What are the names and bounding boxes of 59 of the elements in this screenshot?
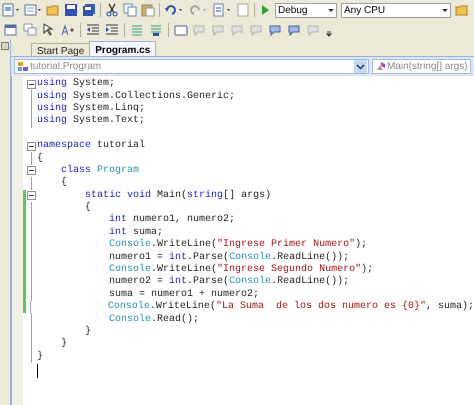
code-line: using System.Collections.Generic; bbox=[36, 90, 236, 102]
copy-icon[interactable] bbox=[123, 3, 137, 17]
window-icon[interactable] bbox=[4, 23, 18, 37]
code-line: numero1 = int.Parse(Console.ReadLine()); bbox=[108, 252, 350, 264]
code-line: using System; bbox=[36, 78, 116, 90]
class-icon bbox=[17, 61, 29, 72]
paste-icon[interactable] bbox=[141, 3, 155, 17]
save-icon[interactable] bbox=[64, 3, 78, 17]
code-line: int suma; bbox=[108, 226, 164, 238]
type-name: tutorial.Program bbox=[30, 60, 102, 74]
file-tab[interactable]: Start Page bbox=[31, 43, 90, 56]
code-line: { bbox=[60, 177, 68, 190]
code-line: Console.WriteLine("Ingrese Segundo Numero"); bbox=[108, 264, 374, 276]
add-item-icon[interactable] bbox=[24, 3, 42, 17]
platform-dropdown[interactable]: Any CPU bbox=[341, 2, 451, 18]
code-line: } bbox=[60, 338, 68, 350]
method-icon bbox=[375, 61, 387, 72]
start-debugging-icon[interactable] bbox=[259, 3, 271, 17]
collapse-icon[interactable] bbox=[26, 191, 36, 200]
toolbox-icon bbox=[1, 42, 9, 50]
member-dropdown[interactable]: Main(string[] args) bbox=[372, 59, 471, 74]
windows-icon[interactable] bbox=[23, 23, 37, 37]
platform-dropdown-value: Any CPU bbox=[343, 4, 386, 18]
code-line: class Program bbox=[60, 164, 140, 176]
increase-indent-icon[interactable] bbox=[105, 23, 119, 37]
code-line: using System.Text; bbox=[36, 115, 146, 128]
code-line: } bbox=[84, 326, 92, 338]
configuration-dropdown[interactable]: Debug bbox=[275, 2, 337, 18]
comment-icon[interactable] bbox=[130, 23, 144, 37]
navigate-icon[interactable] bbox=[212, 3, 232, 17]
code-line: using System.Linq; bbox=[36, 102, 146, 114]
configuration-dropdown-value: Debug bbox=[277, 4, 308, 18]
uncomment-icon[interactable] bbox=[149, 23, 163, 37]
code-line: { bbox=[84, 202, 92, 214]
cut-icon[interactable] bbox=[105, 3, 119, 17]
new-project-icon[interactable] bbox=[2, 3, 20, 17]
text-cursor bbox=[37, 364, 38, 378]
code-line: Console.WriteLine("La Suma de los dos numero es {0}", suma); bbox=[106, 301, 474, 314]
code-line: numero2 = int.Parse(Console.ReadLine()); bbox=[108, 276, 350, 288]
member-name: Main(string[] args) bbox=[387, 60, 468, 74]
code-line: namespace tutorial bbox=[36, 140, 146, 152]
code-line: suma = numero1 + numero2; bbox=[108, 288, 260, 300]
undo-icon[interactable] bbox=[164, 3, 184, 17]
collapse-icon[interactable] bbox=[26, 166, 36, 176]
folder-icon[interactable] bbox=[455, 3, 469, 17]
code-line: } bbox=[36, 350, 44, 363]
document-icon[interactable] bbox=[236, 3, 250, 17]
pointer-icon[interactable] bbox=[42, 23, 56, 37]
code-line: static void Main(string[] args) bbox=[84, 190, 272, 202]
font-size-icon[interactable] bbox=[61, 23, 75, 37]
decrease-indent-icon[interactable] bbox=[86, 23, 100, 37]
code-line: Console.Read(); bbox=[108, 314, 200, 326]
code-line: int numero1, numero2; bbox=[108, 214, 236, 226]
save-all-icon[interactable] bbox=[82, 3, 96, 17]
collapse-icon[interactable] bbox=[26, 142, 36, 151]
code-line: Console.WriteLine("Ingrese Primer Numero"); bbox=[108, 239, 368, 252]
file-tab[interactable]: Program.cs bbox=[89, 41, 156, 56]
code-line: { bbox=[36, 152, 44, 165]
collapse-icon[interactable] bbox=[26, 80, 36, 89]
